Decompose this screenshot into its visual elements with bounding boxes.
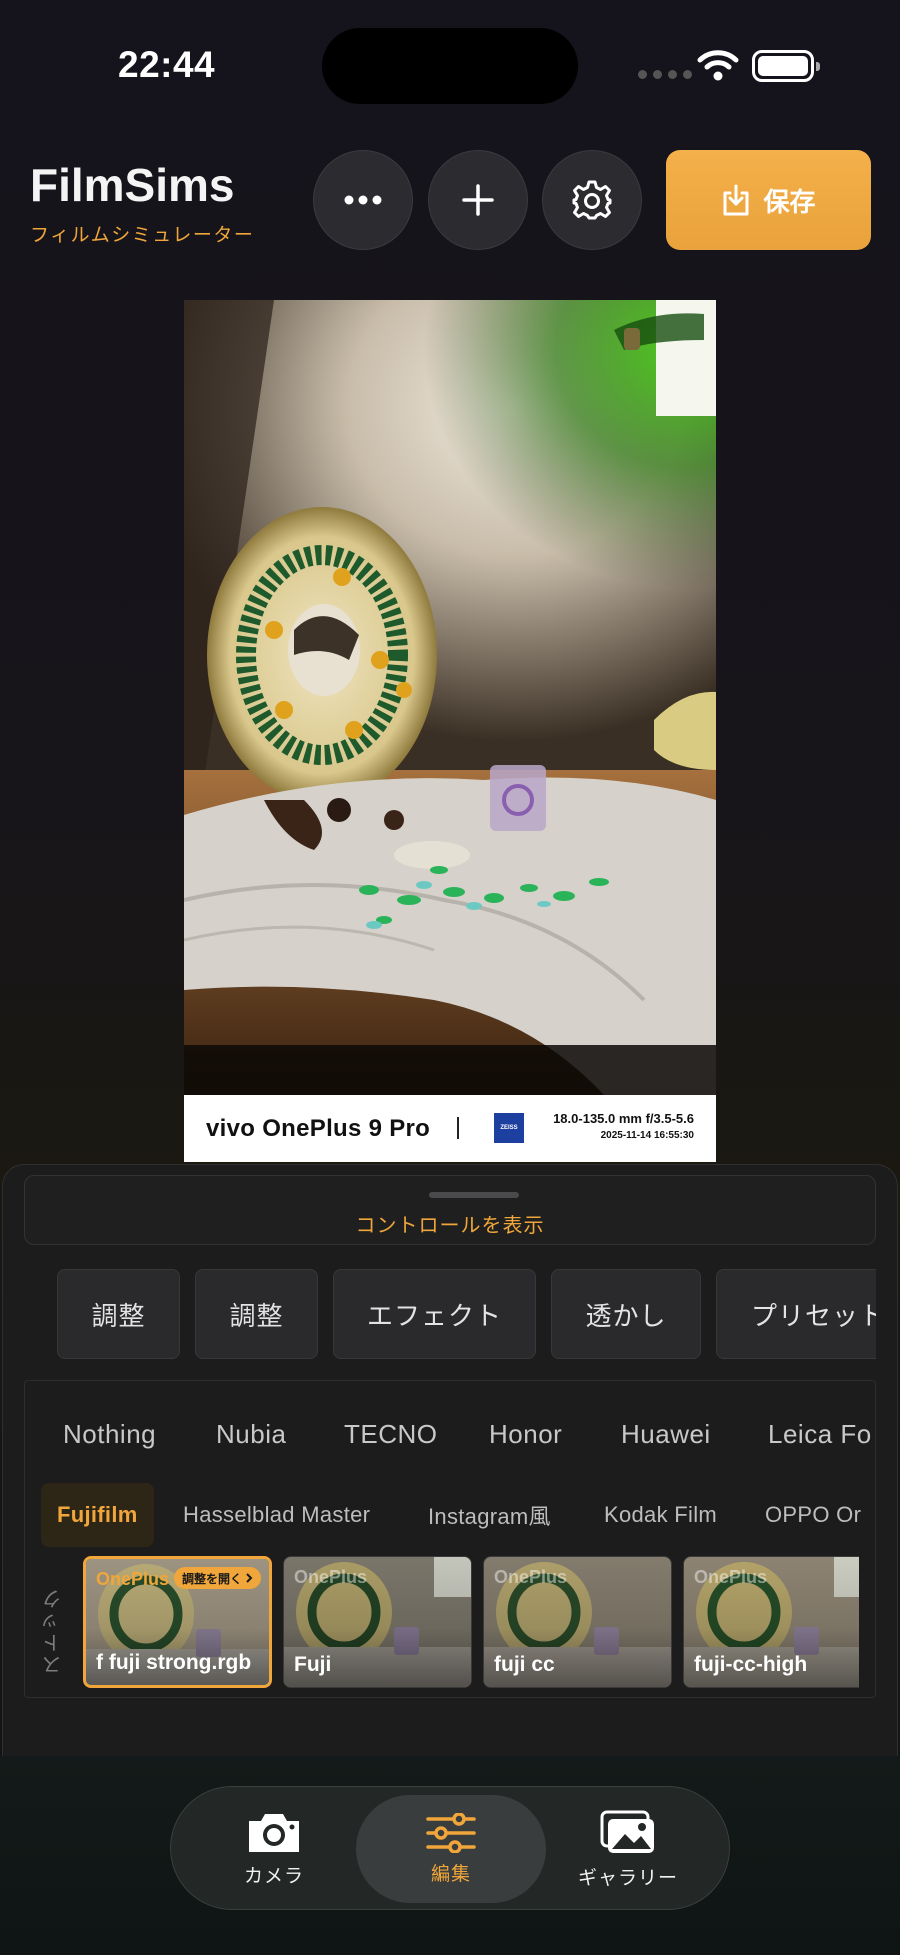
tab-adjust[interactable]: 調整 <box>57 1269 180 1359</box>
tab-adjust-2[interactable]: 調整 <box>195 1269 318 1359</box>
nav-camera-label: カメラ <box>243 1865 304 1887</box>
add-button[interactable] <box>428 150 528 250</box>
preset-brand: OnePlus <box>494 1567 568 1587</box>
gallery-icon <box>600 1810 654 1853</box>
open-adjust-label: 調整を開く <box>181 1571 242 1586</box>
wifi-icon <box>697 50 739 81</box>
brand-nothing[interactable]: Nothing <box>63 1419 156 1450</box>
brand-row: Nothing Nubia TECNO Honor Huawei Leica F… <box>25 1419 875 1459</box>
status-time: 22:44 <box>118 44 216 85</box>
gear-icon <box>572 180 612 220</box>
zeiss-logo: ZEISS <box>494 1113 524 1143</box>
brand-huawei[interactable]: Huawei <box>621 1419 711 1450</box>
sliders-icon <box>426 1812 476 1853</box>
more-icon <box>344 195 382 205</box>
app-subtitle: フィルムシミュレーター <box>30 225 255 246</box>
settings-button[interactable] <box>542 150 642 250</box>
show-controls-button[interactable]: コントロールを表示 <box>24 1175 876 1245</box>
nav-gallery-label: ギャラリー <box>577 1867 678 1889</box>
category-kodak[interactable]: Kodak Film <box>604 1483 717 1547</box>
sheet-grabber[interactable] <box>429 1192 519 1198</box>
app-title: FilmSims <box>30 159 235 211</box>
preset-name: Fuji <box>294 1652 332 1676</box>
preset-brand: OnePlus <box>694 1567 768 1587</box>
watermark-date: 2025-11-14 16:55:30 <box>600 1130 694 1141</box>
preset-brand: OnePlus <box>96 1569 170 1589</box>
preset-brand: OnePlus <box>294 1567 368 1587</box>
nav-edit-label: 編集 <box>430 1863 471 1885</box>
category-instagram[interactable]: Instagram風 <box>428 1483 551 1547</box>
chevron-right-icon <box>246 1573 253 1583</box>
watermark-divider <box>457 1117 459 1139</box>
tool-tabs: 調整 調整 エフェクト 透かし プリセット <box>0 1269 876 1361</box>
dynamic-island <box>322 28 578 104</box>
cellular-signal-icon <box>638 70 692 79</box>
preset-thumb[interactable]: OnePlus fuji cc <box>483 1556 672 1688</box>
brand-leica[interactable]: Leica Fo <box>768 1419 872 1450</box>
nav-edit[interactable]: 編集 <box>356 1795 546 1903</box>
tab-watermark[interactable]: 透かし <box>551 1269 701 1359</box>
save-button[interactable]: 保存 <box>666 150 871 250</box>
category-oppo[interactable]: OPPO Or <box>765 1483 861 1547</box>
watermark-lens-spec: 18.0-135.0 mm f/3.5-5.6 <box>553 1111 694 1126</box>
photo-preview[interactable]: vivo OnePlus 9 Pro ZEISS 18.0-135.0 mm f… <box>184 300 716 1162</box>
brand-honor[interactable]: Honor <box>489 1419 562 1450</box>
preset-name: fuji cc <box>494 1652 555 1676</box>
category-hasselblad[interactable]: Hasselblad Master <box>183 1483 370 1547</box>
more-button[interactable] <box>313 150 413 250</box>
preset-name: f fuji strong.rgb <box>96 1650 252 1674</box>
watermark-device: vivo OnePlus 9 Pro <box>206 1115 431 1142</box>
nav-camera[interactable]: カメラ <box>179 1795 369 1903</box>
brand-nubia[interactable]: Nubia <box>216 1419 286 1450</box>
photo-image <box>184 300 716 1095</box>
category-row: Fujifilm Hasselblad Master Instagram風 Ko… <box>25 1483 875 1549</box>
show-controls-label: コントロールを表示 <box>355 1215 545 1237</box>
plus-icon <box>462 184 494 216</box>
preset-name: fuji-cc-high <box>694 1652 808 1676</box>
tab-presets[interactable]: プリセット <box>716 1269 876 1359</box>
stock-label: ストック <box>43 1587 65 1675</box>
preset-thumb[interactable]: OnePlus Fuji <box>283 1556 472 1688</box>
status-bar: 22:44 <box>0 0 900 130</box>
preset-thumbnails: OnePlus 調整を開く f fuji strong.rgb OnePlus … <box>83 1556 859 1688</box>
open-adjust-badge[interactable]: 調整を開く <box>173 1567 261 1589</box>
camera-icon <box>249 1813 299 1852</box>
nav-gallery[interactable]: ギャラリー <box>533 1795 723 1903</box>
watermark-bar: vivo OnePlus 9 Pro ZEISS 18.0-135.0 mm f… <box>184 1095 716 1162</box>
brand-tecno[interactable]: TECNO <box>344 1419 438 1450</box>
tab-effects[interactable]: エフェクト <box>333 1269 536 1359</box>
bottom-nav: カメラ 編集 ギャラリー <box>170 1786 730 1910</box>
save-label: 保存 <box>763 186 816 217</box>
preset-thumb[interactable]: OnePlus 調整を開く f fuji strong.rgb <box>83 1556 272 1688</box>
preset-thumb[interactable]: OnePlus fuji-cc-high <box>683 1556 859 1688</box>
film-simulation-panel: Nothing Nubia TECNO Honor Huawei Leica F… <box>24 1380 876 1698</box>
category-fujifilm[interactable]: Fujifilm <box>41 1483 154 1547</box>
battery-icon <box>752 50 820 82</box>
download-icon <box>723 184 749 216</box>
